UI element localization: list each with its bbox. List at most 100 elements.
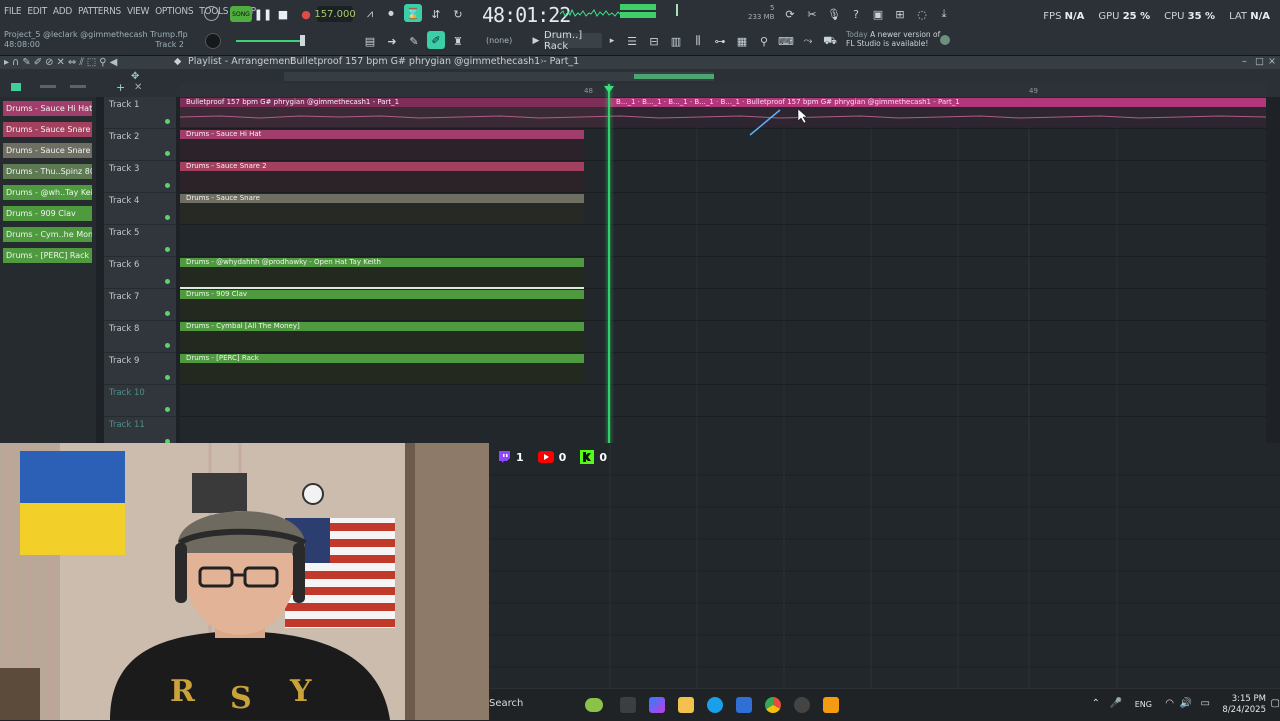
menu-add[interactable]: ADD [53, 6, 72, 17]
piano-roll-icon[interactable]: ▤ [362, 33, 378, 49]
track-mute-dot[interactable] [165, 119, 170, 124]
track-header[interactable]: Track 3 [104, 161, 176, 193]
track-lane[interactable] [180, 417, 1266, 443]
magnet-icon[interactable]: ∩ [12, 57, 19, 68]
pattern-clip[interactable]: Drums - 909 Clav [180, 290, 584, 299]
notification-icon[interactable]: ▢ [1271, 698, 1280, 709]
delete-icon[interactable]: ⊘ [45, 57, 53, 68]
track-lane[interactable] [180, 225, 1266, 257]
microphone-tray-icon[interactable]: 🎤 [1110, 698, 1122, 709]
picker-item[interactable]: Drums - [PERC] Rack [3, 248, 92, 263]
pattern-clip[interactable]: Drums - Sauce Snare 2 [180, 162, 584, 171]
chat-icon[interactable]: ◌ [914, 6, 930, 22]
pattern-clip[interactable]: Drums - Sauce Hi Hat [180, 130, 584, 139]
mixer-icon[interactable]: ⊶ [712, 33, 728, 49]
edge-icon[interactable] [707, 697, 723, 713]
menu-file[interactable]: FILE [4, 6, 22, 17]
playlist-grid[interactable]: Bulletproof 157 bpm G# phrygian @gimmeth… [180, 97, 1266, 443]
battery-icon[interactable]: ▭ [1201, 698, 1210, 709]
track-header[interactable]: Track 2 [104, 129, 176, 161]
menu-patterns[interactable]: PATTERNS [78, 6, 121, 17]
arrow-right-icon[interactable]: ▸ [604, 33, 620, 49]
stop-icon[interactable]: ■ [275, 6, 291, 22]
picker-automation-icon[interactable] [70, 85, 86, 88]
track-mute-dot[interactable] [165, 247, 170, 252]
hint-icon[interactable]: ✂ [804, 6, 820, 22]
overview-thumb[interactable] [634, 74, 714, 79]
master-volume-slider[interactable] [236, 40, 302, 42]
save-icon[interactable]: ▣ [870, 6, 886, 22]
widgets-icon[interactable] [585, 698, 603, 712]
menu-view[interactable]: VIEW [127, 6, 149, 17]
file-explorer-icon[interactable] [678, 697, 694, 713]
wifi-icon[interactable]: ◠ [1165, 698, 1174, 709]
cart-icon[interactable]: ⛟ [822, 33, 838, 49]
playback-icon[interactable]: ◀ [110, 57, 118, 68]
channel-rack-icon[interactable]: ⫼ [690, 33, 706, 49]
tray-chevron-icon[interactable]: ⌃ [1092, 698, 1100, 709]
track-header[interactable]: Track 7 [104, 289, 176, 321]
close-icon[interactable]: × [1268, 56, 1276, 67]
zoom-icon[interactable]: ⚲ [99, 57, 106, 68]
browser-icon[interactable]: ▦ [734, 33, 750, 49]
refresh-icon[interactable]: ⟳ [782, 6, 798, 22]
step-sequencer-icon[interactable]: ⊟ [646, 33, 662, 49]
task-view-icon[interactable] [620, 697, 636, 713]
pitch-knob[interactable] [205, 33, 221, 49]
fl-studio-icon[interactable] [823, 697, 839, 713]
taskbar-clock[interactable]: 3:15 PM 8/24/2025 [1222, 694, 1266, 716]
microphone-icon[interactable]: 🎙 [826, 6, 842, 22]
record-icon[interactable]: ● [298, 6, 314, 22]
timeline-ruler[interactable]: 48 49 [180, 84, 1266, 97]
track-header[interactable]: Track 5 [104, 225, 176, 257]
language-indicator[interactable]: ENG [1135, 700, 1152, 709]
track-mute-dot[interactable] [165, 343, 170, 348]
loop-record-icon[interactable]: ↻ [450, 6, 466, 22]
picker-item[interactable]: Drums - Thu..Spinz 808 [3, 164, 92, 179]
plugin-icon[interactable]: ⊞ [892, 6, 908, 22]
touch-keyboard-icon[interactable]: ⌨ [778, 33, 794, 49]
help-icon[interactable]: ? [848, 6, 864, 22]
paint-icon[interactable]: ✐ [34, 57, 42, 68]
obs-icon[interactable] [794, 697, 810, 713]
piano-icon[interactable]: ▥ [668, 33, 684, 49]
wait-record-icon[interactable]: ⏺ [383, 6, 399, 22]
audio-clip-selected[interactable]: B..._1 · B..._1 · B..._1 · B..._1 · B...… [610, 98, 1266, 107]
playhead-marker[interactable] [604, 86, 614, 93]
step-edit-icon[interactable]: ⇵ [428, 6, 444, 22]
arrow-tool-icon[interactable]: ▸ [4, 57, 9, 68]
picker-item[interactable]: Drums - Sauce Snare 2 [3, 122, 92, 137]
track-mute-dot[interactable] [165, 279, 170, 284]
track-mute-dot[interactable] [165, 407, 170, 412]
pause-icon[interactable]: ❚❚ [254, 6, 272, 22]
master-volume-knob[interactable] [204, 6, 219, 21]
pattern-selector[interactable]: Drum..] Rack [544, 30, 602, 52]
stamp-icon[interactable]: ♜ [450, 33, 466, 49]
tempo-display[interactable]: 157.000 [314, 6, 356, 22]
snap-selector[interactable]: (none) [486, 36, 512, 45]
paint-brush-icon[interactable]: ✐ [427, 31, 445, 49]
track-lane[interactable] [180, 385, 1266, 417]
track-mute-dot[interactable] [165, 151, 170, 156]
volume-icon[interactable]: 🔊 [1180, 698, 1192, 709]
arrow-icon[interactable]: ➜ [384, 33, 400, 49]
fl-logo-icon[interactable] [940, 35, 950, 45]
collapse-icon[interactable]: ✕ [134, 82, 142, 93]
pattern-clip[interactable]: Drums - [PERC] Rack [180, 354, 584, 363]
slice-icon[interactable]: ⫽ [79, 57, 83, 68]
track-mute-dot[interactable] [165, 215, 170, 220]
pencil-icon[interactable]: ✎ [406, 33, 422, 49]
mute-icon[interactable]: ✕ [57, 57, 65, 68]
playlist-breadcrumb[interactable]: Bulletproof 157 bpm G# phrygian @gimmeth… [290, 56, 579, 67]
track-mute-dot[interactable] [165, 183, 170, 188]
volume-slider-handle[interactable] [300, 35, 305, 46]
minimize-icon[interactable]: – [1242, 56, 1247, 67]
copilot-icon[interactable] [649, 697, 665, 713]
song-mode-toggle[interactable]: SONG [230, 6, 252, 22]
picker-item[interactable]: Drums - Sauce Hi Hat [3, 101, 92, 116]
playlist-menu-icon[interactable]: ◆ [174, 56, 181, 67]
track-header[interactable]: Track 9 [104, 353, 176, 385]
track-mute-dot[interactable] [165, 375, 170, 380]
maximize-icon[interactable]: □ [1255, 56, 1264, 67]
project-bones-icon[interactable]: ⤳ [800, 33, 816, 49]
